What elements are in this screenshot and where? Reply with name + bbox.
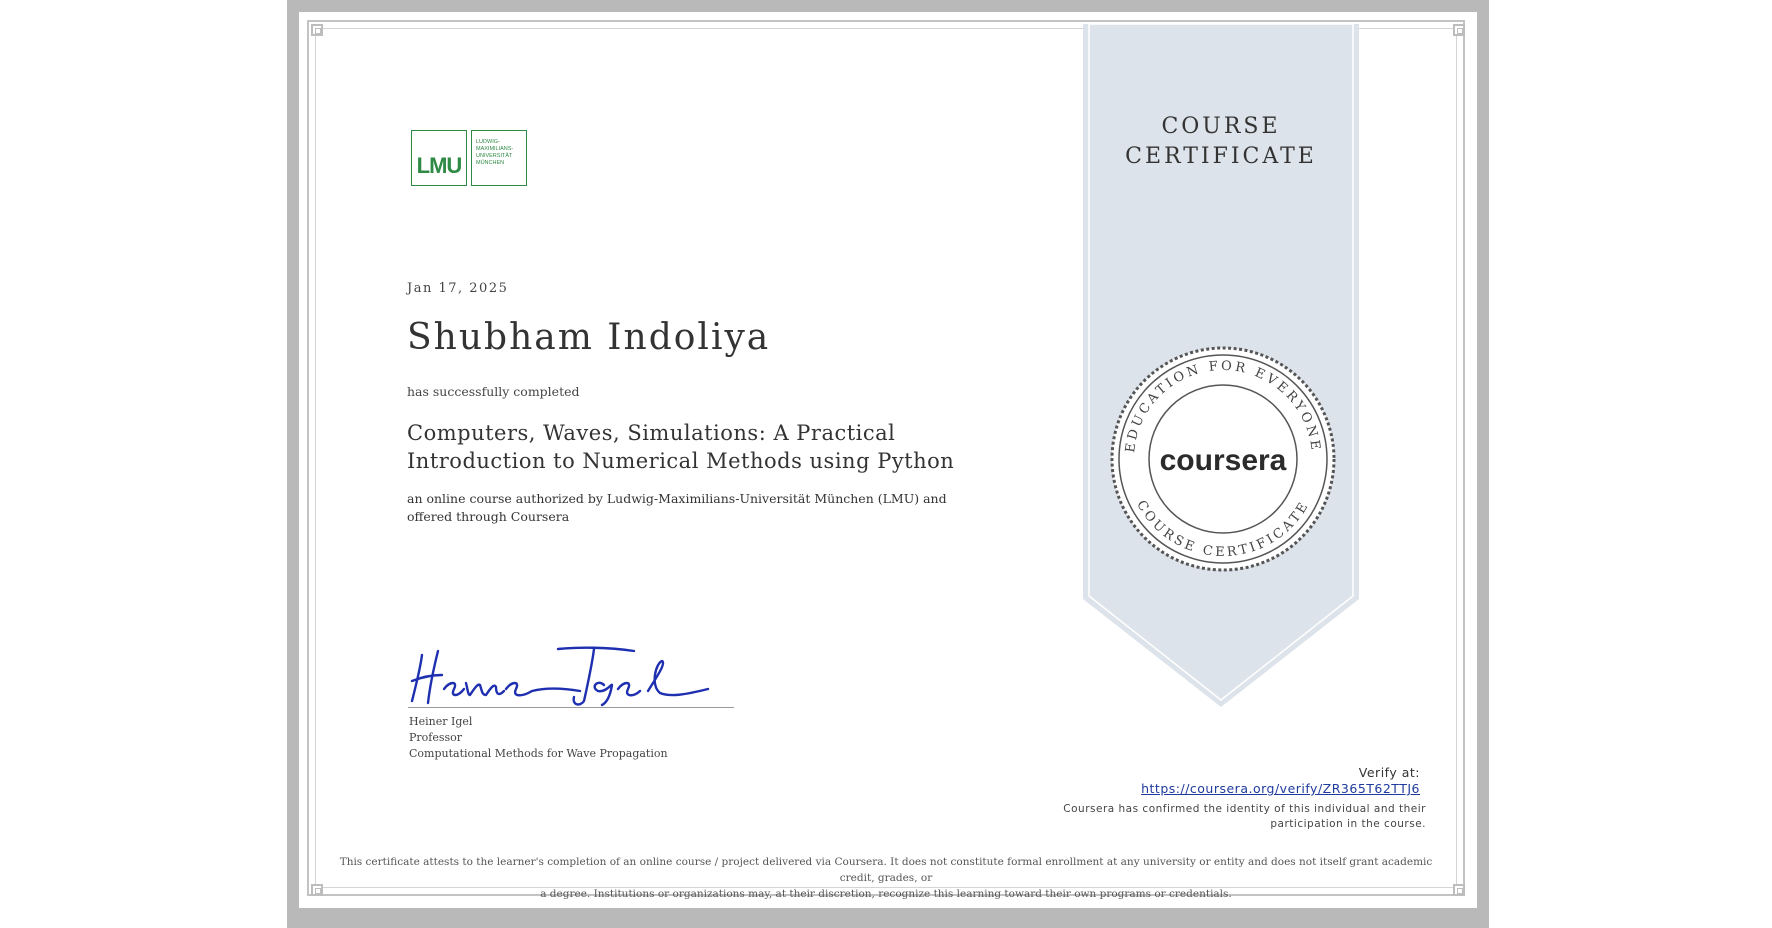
lmu-logo-subtext: LUDWIG-MAXIMILIANS-UNIVERSITÄT MÜNCHEN xyxy=(471,130,527,186)
completed-label: has successfully completed xyxy=(407,384,580,399)
signatory-name: Heiner Igel xyxy=(409,715,473,728)
signature-image xyxy=(410,646,710,707)
lmu-logo-text: LMU xyxy=(416,153,463,178)
corner-ornament-top-left xyxy=(311,24,323,36)
corner-ornament-bottom-right xyxy=(1453,884,1465,896)
identity-confirmation: Coursera has confirmed the identity of t… xyxy=(1063,803,1426,830)
signatory-role: Professor xyxy=(409,731,463,744)
verify-label: Verify at: xyxy=(1358,765,1420,780)
ribbon-title-line2: CERTIFICATE xyxy=(1125,144,1317,169)
verify-block: Verify at: https://coursera.org/verify/Z… xyxy=(1141,765,1420,797)
coursera-wordmark: coursera xyxy=(1160,444,1287,477)
corner-ornament-bottom-left xyxy=(311,884,323,896)
recipient-name: Shubham Indoliya xyxy=(407,317,771,358)
signature-line xyxy=(408,707,734,708)
certificate-date: Jan 17, 2025 xyxy=(407,281,509,296)
ribbon-title-line1: COURSE xyxy=(1161,114,1281,139)
disclaimer-line2: a degree. Institutions or organizations … xyxy=(540,888,1232,900)
verify-link[interactable]: https://coursera.org/verify/ZR365T62TTJ6 xyxy=(1141,781,1420,796)
disclaimer-line1: This certificate attests to the learner'… xyxy=(339,856,1433,884)
signatory-info: Heiner Igel Professor Computational Meth… xyxy=(409,714,668,762)
certificate-disclaimer: This certificate attests to the learner'… xyxy=(330,854,1442,902)
lmu-logo-mark: LMU xyxy=(411,130,467,186)
lmu-logo: LMU LUDWIG-MAXIMILIANS-UNIVERSITÄT MÜNCH… xyxy=(411,130,527,186)
corner-ornament-top-right xyxy=(1453,24,1465,36)
ribbon-title: COURSE CERTIFICATE xyxy=(1083,112,1359,172)
course-description: an online course authorized by Ludwig-Ma… xyxy=(407,491,947,524)
coursera-seal: EDUCATION FOR EVERYONE COURSE CERTIFICAT… xyxy=(1110,346,1336,572)
course-title: Computers, Waves, Simulations: A Practic… xyxy=(407,421,955,473)
signatory-department: Computational Methods for Wave Propagati… xyxy=(409,747,668,760)
